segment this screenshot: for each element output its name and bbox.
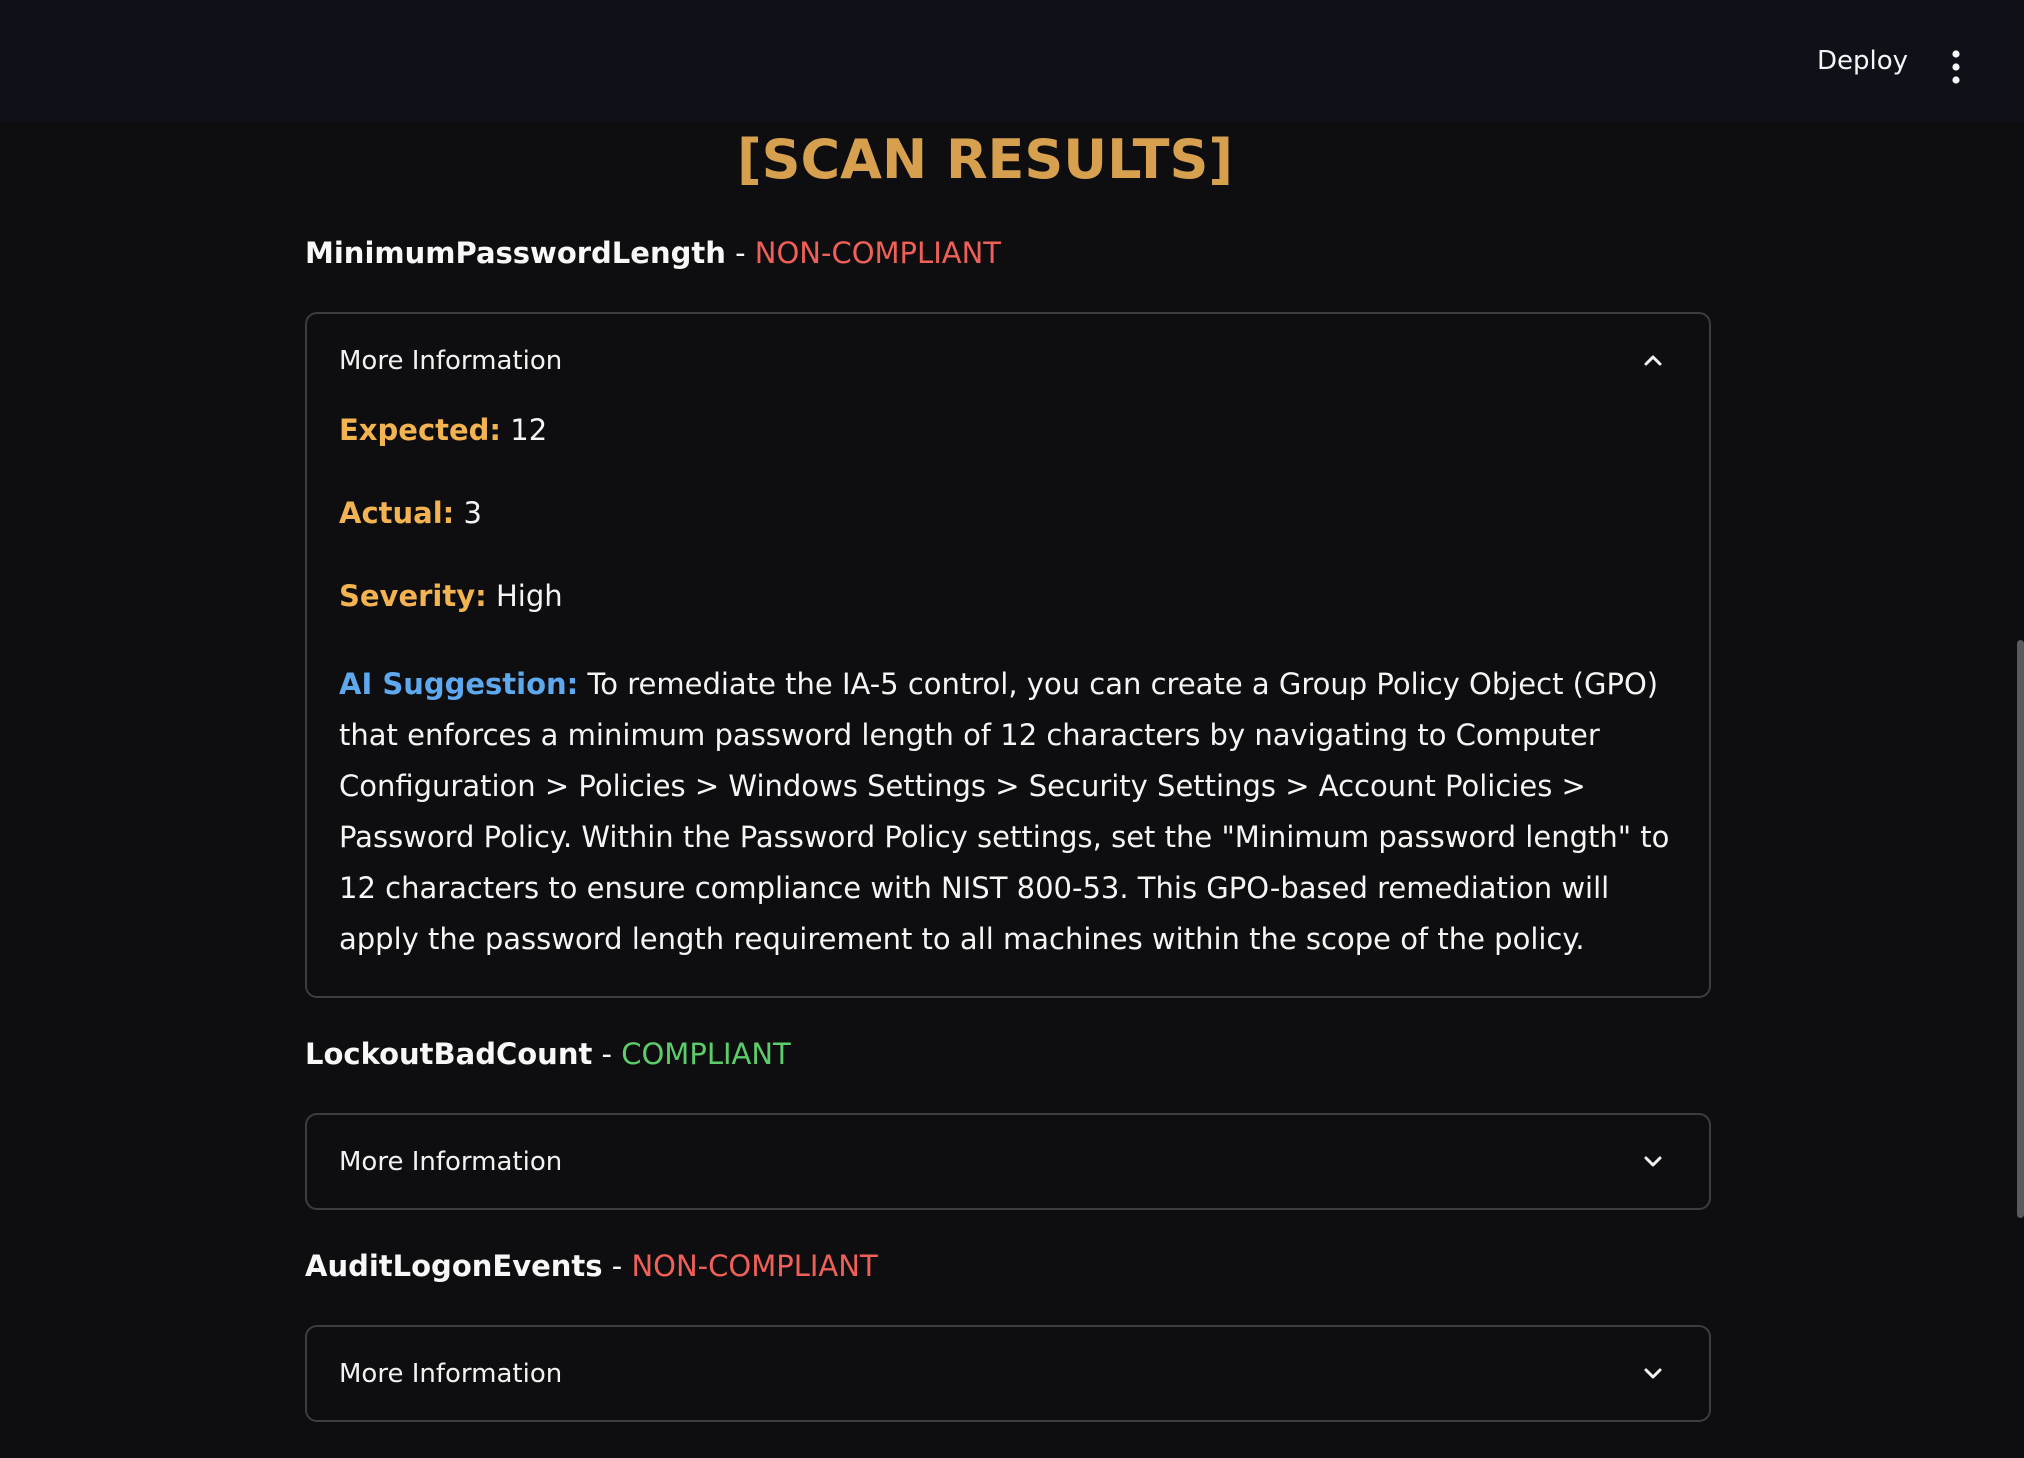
severity-field: Severity: High <box>339 578 563 616</box>
deploy-button[interactable]: Deploy <box>1817 48 1908 74</box>
page-title: [SCAN RESULTS] <box>736 128 1234 191</box>
result-separator: - <box>611 1249 623 1283</box>
result-name: MinimumPasswordLength <box>305 236 726 270</box>
chevron-up-icon <box>1644 355 1662 366</box>
result-separator: - <box>735 236 746 270</box>
severity-label: Severity: <box>339 579 487 613</box>
status-label: NON-COMPLIANT <box>754 236 1001 270</box>
expander-label: More Information <box>339 346 563 376</box>
expander-label: More Information <box>339 1147 563 1177</box>
expander-header[interactable]: More Information <box>307 1327 1709 1421</box>
expander-header[interactable]: More Information <box>307 1115 1709 1209</box>
status-label: NON-COMPLIANT <box>631 1249 878 1283</box>
expected-field: Expected: 12 <box>339 412 547 450</box>
ai-suggestion-label: AI Suggestion: <box>339 667 579 701</box>
expected-label: Expected: <box>339 413 502 447</box>
ai-suggestion-text: To remediate the IA-5 control, you can c… <box>339 667 1670 956</box>
expected-value: 12 <box>510 413 548 447</box>
actual-value: 3 <box>463 496 482 530</box>
result-heading: AuditLogonEvents - NON-COMPLIANT <box>305 1249 878 1284</box>
more-information-expander: More Information <box>305 1113 1711 1210</box>
result-name: AuditLogonEvents <box>305 1249 603 1283</box>
vertical-scrollbar[interactable] <box>2017 640 2024 1218</box>
result-separator: - <box>601 1037 613 1071</box>
severity-value: High <box>495 579 563 613</box>
more-information-expander: More Information Expected: 12 Actual: 3 … <box>305 312 1711 998</box>
result-name: LockoutBadCount <box>305 1037 593 1071</box>
kebab-menu-icon[interactable] <box>1946 50 1966 84</box>
top-toolbar: Deploy <box>0 0 2024 122</box>
chevron-down-icon <box>1644 1156 1662 1167</box>
expander-header[interactable]: More Information <box>307 314 1709 408</box>
status-label: COMPLIANT <box>621 1037 791 1071</box>
app-root: Deploy [SCAN RESULTS] MinimumPasswordLen… <box>0 0 2024 1458</box>
ai-suggestion: AI Suggestion: To remediate the IA-5 con… <box>339 659 1679 965</box>
chevron-down-icon <box>1644 1368 1662 1379</box>
actual-field: Actual: 3 <box>339 495 482 533</box>
actual-label: Actual: <box>339 496 455 530</box>
more-information-expander: More Information <box>305 1325 1711 1422</box>
result-heading: LockoutBadCount - COMPLIANT <box>305 1037 791 1072</box>
expander-label: More Information <box>339 1359 563 1389</box>
result-heading: MinimumPasswordLength - NON-COMPLIANT <box>305 236 1001 271</box>
